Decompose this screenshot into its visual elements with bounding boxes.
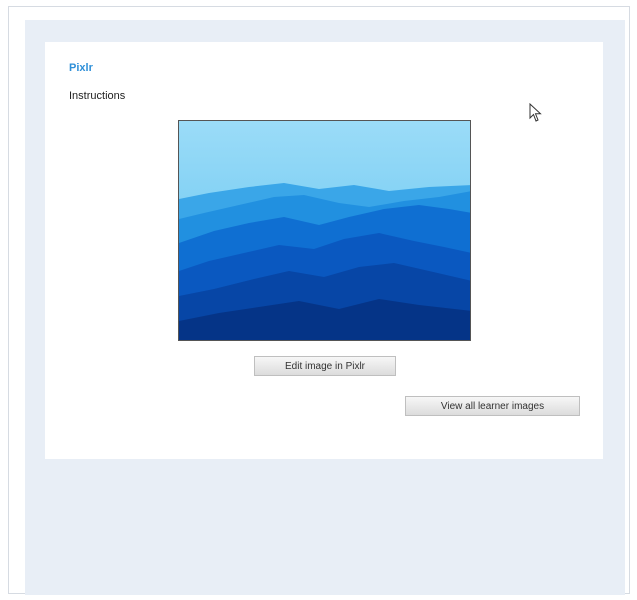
edit-image-in-pixlr-button[interactable]: Edit image in Pixlr xyxy=(254,356,396,376)
pixlr-widget-card: Pixlr Instructions Edit image in Pixlr V… xyxy=(45,42,603,459)
mouse-cursor-icon xyxy=(529,103,542,122)
window-frame: Pixlr Instructions Edit image in Pixlr V… xyxy=(8,6,630,595)
view-all-learner-images-button[interactable]: View all learner images xyxy=(405,396,580,416)
mountain-landscape-image xyxy=(179,121,470,340)
instructions-text: Instructions xyxy=(69,90,126,102)
app-title: Pixlr xyxy=(69,62,93,74)
image-preview xyxy=(178,120,471,341)
